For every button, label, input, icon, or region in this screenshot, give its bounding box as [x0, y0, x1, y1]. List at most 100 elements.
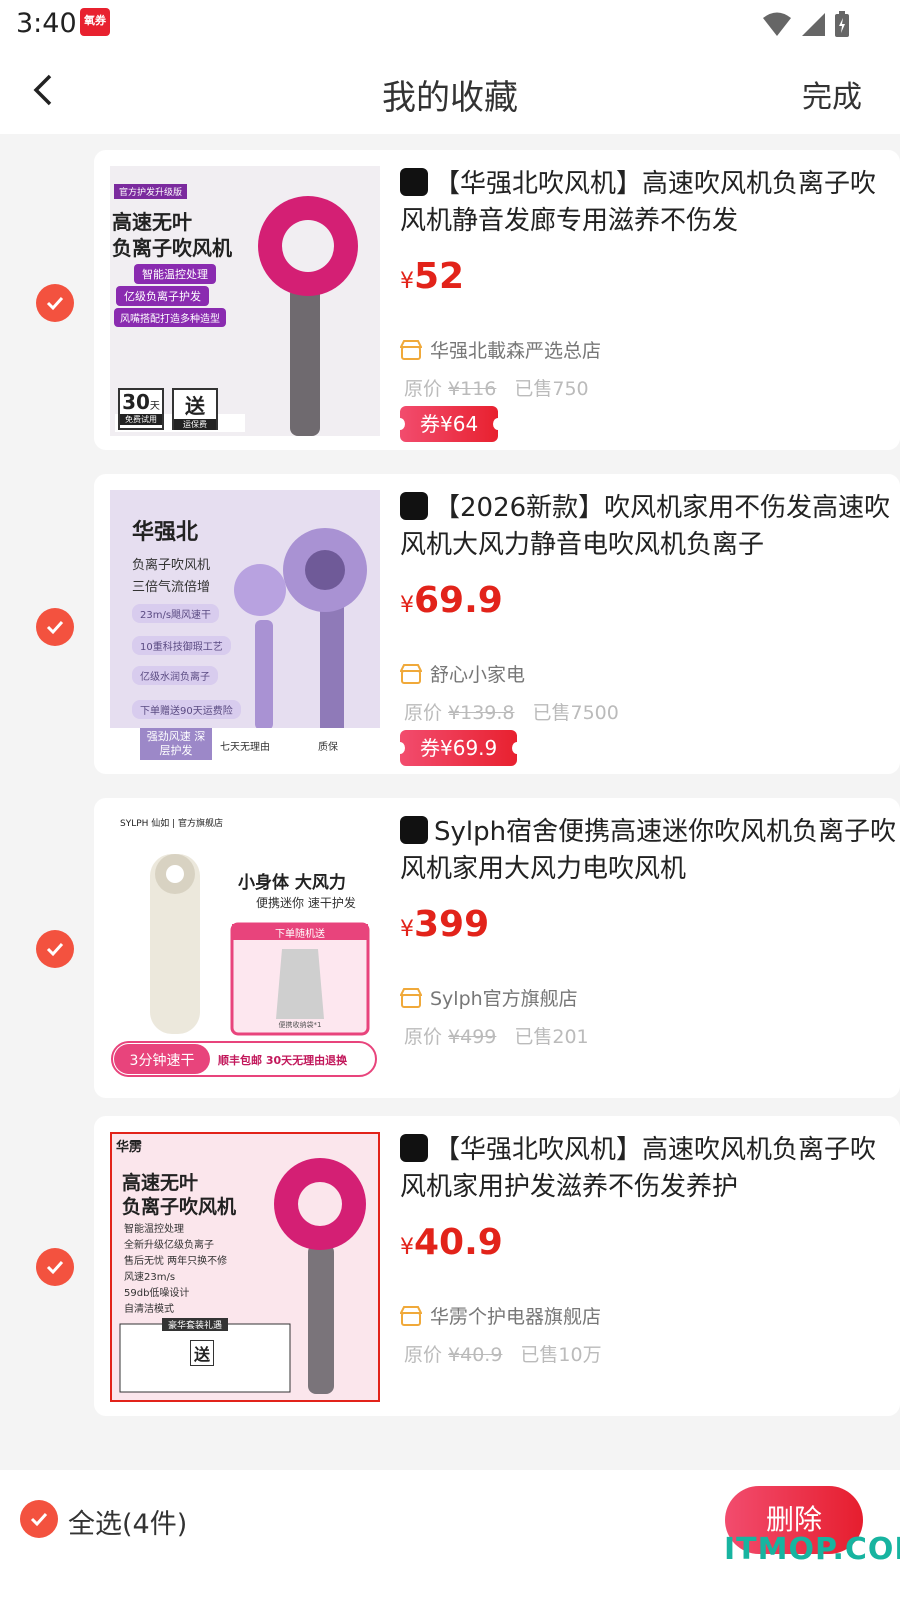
thumb-tag: 亿级负离子护发	[116, 286, 209, 306]
product-price: ¥399	[400, 904, 490, 945]
signal-icon	[802, 13, 825, 36]
gift-badge: 送	[190, 1340, 215, 1366]
product-meta: 原价 ¥116 已售750	[404, 378, 589, 400]
thumb-footer: 质保	[318, 742, 338, 753]
product-meta: 原价 ¥40.9 已售10万	[404, 1344, 602, 1366]
product-thumbnail[interactable]: SYLPH 仙如 | 官方旗舰店 小身体 大风力 便携迷你 速干护发 下单随机送…	[110, 814, 380, 1084]
list-item: 华强北 负离子吹风机 三倍气流倍增 23m/s飓风速干 10重科技御瑕工艺 亿级…	[0, 474, 900, 784]
brand-label: SYLPH 仙如 | 官方旗舰店	[120, 819, 224, 829]
thumb-footer: 七天无理由	[220, 742, 270, 753]
page-title: 我的收藏	[382, 78, 518, 118]
shop-icon	[400, 987, 422, 1008]
product-card[interactable]: 华强北 负离子吹风机 三倍气流倍增 23m/s飓风速干 10重科技御瑕工艺 亿级…	[94, 474, 900, 774]
product-price: ¥40.9	[400, 1222, 503, 1263]
trial-badge: 30天 免费试用	[118, 388, 164, 430]
app-notification-icon: 氧券	[80, 8, 110, 36]
thumb-headline: 高速无叶	[122, 1172, 199, 1194]
thumb-footer: 顺丰包邮 30天无理由退换	[218, 1054, 348, 1067]
status-icons	[762, 10, 850, 38]
thumb-headline: 华强北	[132, 520, 199, 545]
douyin-icon	[400, 816, 428, 844]
feature-item: 智能温控处理	[124, 1224, 184, 1235]
gift-badge: 送 运保费	[172, 388, 218, 430]
brand-logo: 华雳	[116, 1140, 143, 1155]
check-icon	[30, 1512, 48, 1527]
thumb-footer: 强劲风速 深层护发	[146, 730, 206, 757]
product-card[interactable]: 官方护发升级版 高速无叶 负离子吹风机 智能温控处理 亿级负离子护发 风嘴搭配打…	[94, 150, 900, 450]
product-thumbnail[interactable]: 华强北 负离子吹风机 三倍气流倍增 23m/s飓风速干 10重科技御瑕工艺 亿级…	[110, 490, 380, 760]
shop-name[interactable]: 华强北載森严选总店	[400, 336, 601, 363]
status-time: 3:40	[16, 8, 77, 39]
feature-item: 风速23m/s	[124, 1272, 176, 1283]
shop-icon	[400, 339, 422, 360]
thumb-headline: 便携迷你 速干护发	[256, 896, 356, 910]
product-title[interactable]: 【华强北吹风机】高速吹风机负离子吹风机家用护发滋养不伤发养护	[400, 1132, 900, 1206]
feature-item: 售后无忧 两年只换不修	[124, 1256, 228, 1267]
thumb-tag: 下单赠送90天运费险	[132, 700, 241, 719]
product-card[interactable]: SYLPH 仙如 | 官方旗舰店 小身体 大风力 便携迷你 速干护发 下单随机送…	[94, 798, 900, 1098]
select-all-checkbox[interactable]	[20, 1500, 58, 1538]
header: 我的收藏 完成	[0, 50, 900, 134]
product-title[interactable]: Sylph宿舍便携高速迷你吹风机负离子吹风机家用大风力电吹风机	[400, 814, 900, 888]
item-checkbox[interactable]	[36, 284, 74, 322]
battery-icon	[835, 11, 849, 37]
thumb-headline: 负离子吹风机	[132, 558, 211, 573]
thumb-tag: 智能温控处理	[134, 264, 216, 284]
thumb-tag: 风嘴搭配打造多种造型	[114, 308, 226, 327]
list-item: 华雳 高速无叶 负离子吹风机 智能温控处理 全新升级亿级负离子 售后无忧 两年只…	[0, 1116, 900, 1426]
select-all-label[interactable]: 全选(4件)	[68, 1502, 187, 1541]
thumb-headline: 小身体 大风力	[238, 873, 346, 893]
product-info: 【华强北吹风机】高速吹风机负离子吹风机静音发廊专用滋养不伤发 ¥52 华强北載森…	[394, 166, 900, 446]
product-info: 【华强北吹风机】高速吹风机负离子吹风机家用护发滋养不伤发养护 ¥40.9 华雳个…	[400, 1132, 900, 1412]
status-bar: 3:40 氧券	[0, 0, 900, 50]
wifi-icon	[763, 12, 791, 36]
product-price: ¥69.9	[400, 580, 503, 621]
thumb-tag: 亿级水润负离子	[132, 666, 218, 685]
thumb-tag: 23m/s飓风速干	[132, 604, 220, 623]
thumb-headline: 三倍气流倍增	[132, 580, 211, 595]
thumb-tag: 10重科技御瑕工艺	[132, 636, 231, 655]
shop-icon	[400, 1305, 422, 1326]
douyin-icon	[400, 1134, 428, 1162]
product-card[interactable]: 华雳 高速无叶 负离子吹风机 智能温控处理 全新升级亿级负离子 售后无忧 两年只…	[94, 1116, 900, 1416]
product-info: Sylph宿舍便携高速迷你吹风机负离子吹风机家用大风力电吹风机 ¥399 Syl…	[400, 814, 900, 1094]
shop-name[interactable]: Sylph官方旗舰店	[400, 984, 578, 1011]
product-price: ¥52	[400, 256, 465, 297]
thumb-headline: 高速无叶	[112, 210, 192, 234]
list-item: 官方护发升级版 高速无叶 负离子吹风机 智能温控处理 亿级负离子护发 风嘴搭配打…	[0, 150, 900, 460]
product-meta: 原价 ¥139.8 已售7500	[404, 702, 619, 724]
product-thumbnail[interactable]: 官方护发升级版 高速无叶 负离子吹风机 智能温控处理 亿级负离子护发 风嘴搭配打…	[110, 166, 380, 436]
check-icon	[46, 620, 64, 635]
product-title[interactable]: 【2026新款】吹风机家用不伤发高速吹风机大风力静音电吹风机负离子	[400, 490, 900, 564]
feature-item: 全新升级亿级负离子	[124, 1240, 214, 1251]
shop-name[interactable]: 华雳个护电器旗舰店	[400, 1302, 601, 1329]
gift-title: 下单随机送	[275, 929, 325, 940]
coupon-badge[interactable]: 券¥64	[394, 406, 504, 442]
product-info: 【2026新款】吹风机家用不伤发高速吹风机大风力静音电吹风机负离子 ¥69.9 …	[394, 490, 900, 770]
feature-item: 59db低噪设计	[124, 1288, 190, 1299]
item-checkbox[interactable]	[36, 608, 74, 646]
item-checkbox[interactable]	[36, 1248, 74, 1286]
thumb-badge: 官方护发升级版	[114, 184, 188, 199]
list-item: SYLPH 仙如 | 官方旗舰店 小身体 大风力 便携迷你 速干护发 下单随机送…	[0, 798, 900, 1108]
product-meta: 原价 ¥499 已售201	[404, 1026, 589, 1048]
feature-item: 自清洁模式	[124, 1304, 174, 1315]
douyin-icon	[400, 492, 428, 520]
item-checkbox[interactable]	[36, 930, 74, 968]
done-button[interactable]: 完成	[802, 72, 862, 116]
thumb-footer: 3分钟速干	[129, 1053, 195, 1069]
coupon-badge[interactable]: 券¥69.9	[394, 730, 523, 766]
check-icon	[46, 942, 64, 957]
watermark: ITMOP.COM	[724, 1532, 900, 1567]
shop-icon	[400, 663, 422, 684]
check-icon	[46, 296, 64, 311]
gift-banner: 豪华套装礼遇	[162, 1318, 229, 1331]
check-icon	[46, 1260, 64, 1275]
gift-caption: 便携收纳袋*1	[278, 1021, 322, 1029]
product-thumbnail[interactable]: 华雳 高速无叶 负离子吹风机 智能温控处理 全新升级亿级负离子 售后无忧 两年只…	[110, 1132, 380, 1402]
product-title[interactable]: 【华强北吹风机】高速吹风机负离子吹风机静音发廊专用滋养不伤发	[400, 166, 900, 240]
thumb-headline: 负离子吹风机	[122, 1196, 237, 1218]
thumb-headline: 负离子吹风机	[112, 236, 232, 260]
hair-dryer-image	[110, 814, 380, 1084]
shop-name[interactable]: 舒心小家电	[400, 660, 525, 687]
